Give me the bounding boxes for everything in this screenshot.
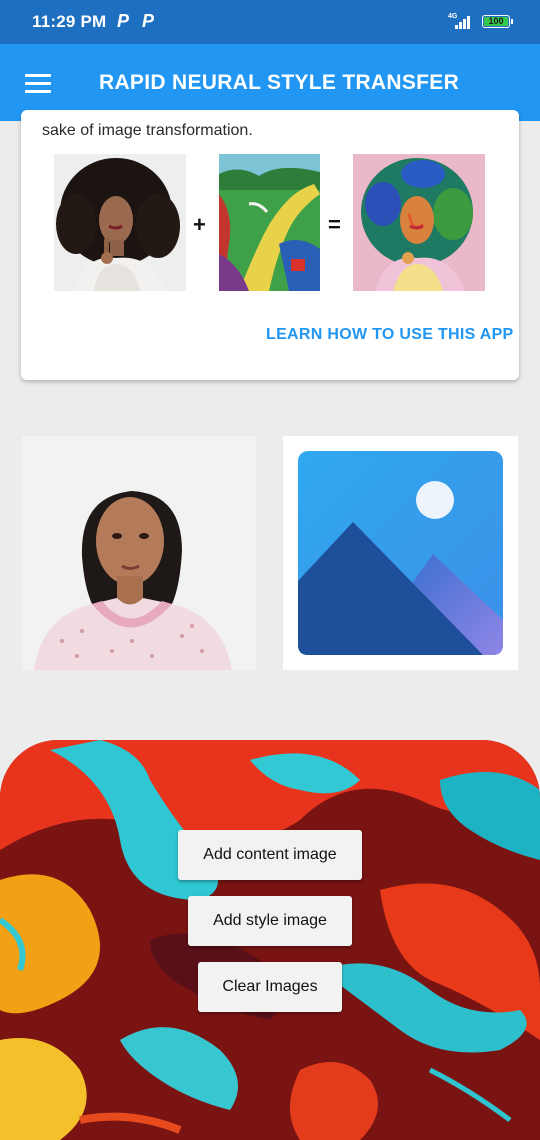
clear-images-button[interactable]: Clear Images [198, 962, 342, 1012]
signal-strength-icon [455, 15, 475, 29]
style-image-slot[interactable] [283, 436, 518, 670]
status-time: 11:29 PM [32, 12, 107, 31]
learn-how-to-use-link[interactable]: LEARN HOW TO USE THIS APP [266, 326, 514, 344]
add-style-image-button[interactable]: Add style image [188, 896, 352, 946]
example-content-image [54, 154, 186, 291]
info-card: sake of image transformation. + = LEARN … [21, 110, 519, 380]
content-image-slot[interactable] [22, 436, 256, 670]
equals-sign: = [328, 212, 341, 237]
battery-level: 100 [484, 17, 508, 26]
image-placeholder-icon [298, 451, 503, 655]
intro-text: sake of image transformation. [42, 122, 253, 139]
battery-icon: 100 [482, 15, 510, 28]
bottom-panel: Add content image Add style image Clear … [0, 740, 540, 1140]
example-style-image [219, 154, 320, 291]
app-title: RAPID NEURAL STYLE TRANSFER [99, 71, 460, 94]
example-result-image [353, 154, 485, 291]
status-bar: 11:29 PM P P 4G 100 [0, 0, 540, 44]
add-content-image-button[interactable]: Add content image [178, 830, 362, 880]
hamburger-menu-icon[interactable] [25, 74, 51, 94]
plus-sign: + [193, 212, 206, 237]
notification-p-icon: P [142, 11, 155, 31]
notification-p-icon: P [117, 11, 130, 31]
